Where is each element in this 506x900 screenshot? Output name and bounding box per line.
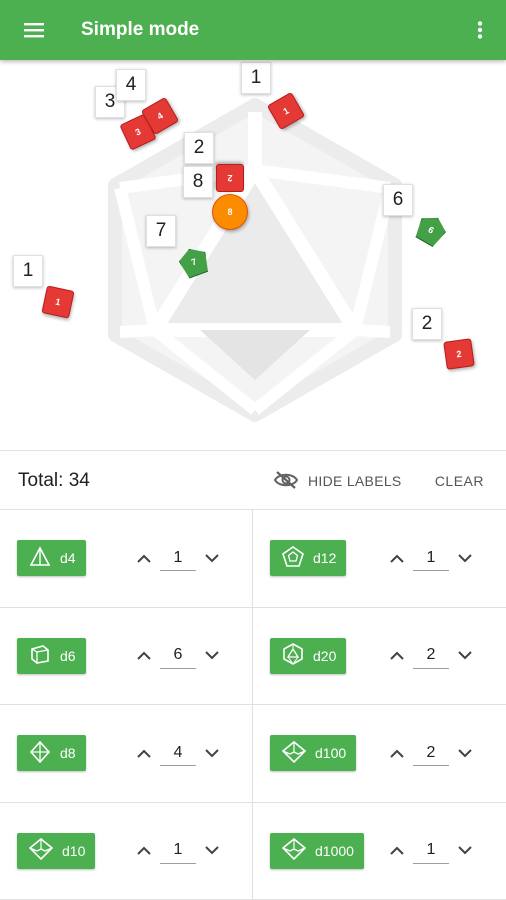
die-d6[interactable]: 2 [216,164,244,192]
die-name: d4 [60,550,76,566]
quantity-field[interactable] [160,837,196,864]
die-label: 8 [183,166,213,198]
dice-grid: d4 d12 d6 d20 [0,510,506,900]
die-d12[interactable]: 8 [212,194,248,230]
die-name: d100 [315,745,347,761]
roll-d20-button[interactable]: d20 [270,637,347,674]
die-label: 2 [184,132,214,164]
die-d6[interactable]: 1 [41,285,75,319]
hide-labels-label: HIDE LABELS [308,473,402,489]
dice-row-d4: d4 [0,510,253,608]
die-d6[interactable]: 2 [443,338,475,370]
dice-row-d12: d12 [253,510,506,608]
chevron-down-icon[interactable] [454,737,476,769]
dice-row-d10: d10 [0,802,253,900]
chevron-up-icon[interactable] [133,542,155,574]
quantity-field[interactable] [413,837,449,864]
chevron-down-icon[interactable] [201,542,223,574]
die-name: d12 [313,550,337,566]
d20-watermark-icon [108,98,402,422]
more-vert-icon[interactable] [468,14,492,46]
roll-d4-button[interactable]: d4 [17,540,86,576]
total-text: Total: 34 [18,470,90,491]
dice-tray[interactable]: 1 1 3 3 4 4 1 1 2 2 8 8 7 7 6 6 2 2 [0,60,506,450]
d20-icon [282,643,304,668]
die-name: d1000 [315,842,354,859]
die-label: 6 [383,184,413,216]
chevron-up-icon[interactable] [386,542,408,574]
die-name: d8 [60,745,76,761]
d4-icon [29,545,51,571]
die-label: 1 [241,62,271,94]
chevron-up-icon[interactable] [133,835,155,867]
quantity-stepper [133,737,223,769]
clear-button[interactable]: CLEAR [435,473,484,489]
chevron-down-icon[interactable] [454,542,476,574]
roll-d8-button[interactable]: d8 [17,735,86,771]
quantity-stepper [133,835,223,867]
roll-d100-button[interactable]: d100 [270,735,357,771]
chevron-up-icon[interactable] [133,737,155,769]
chevron-up-icon[interactable] [386,737,408,769]
chevron-down-icon[interactable] [454,640,476,672]
chevron-up-icon[interactable] [386,640,408,672]
chevron-down-icon[interactable] [201,640,223,672]
dice-row-d100: d100 [253,705,506,803]
die-name: d6 [60,647,76,664]
dice-row-d1000: d1000 [253,803,506,900]
quantity-stepper [133,542,223,574]
result-toolbar: Total: 34 HIDE LABELS CLEAR [0,450,506,510]
dice-row-d8: d8 [0,705,253,803]
quantity-field[interactable] [160,545,196,571]
d8-icon [29,740,51,766]
quantity-field[interactable] [160,740,196,766]
d100-icon [281,740,307,766]
dice-row-d20: d20 [253,608,506,705]
d1000-icon [281,837,307,863]
roll-d1000-button[interactable]: d1000 [270,832,364,869]
roll-d10-button[interactable]: d10 [17,832,96,869]
die-label: 7 [146,215,176,247]
d10-icon [28,837,54,863]
hide-labels-button[interactable]: HIDE LABELS [273,466,402,496]
die-label: 2 [412,308,442,340]
die-name: d10 [62,842,86,859]
die-label: 4 [116,69,146,101]
quantity-field[interactable] [413,740,449,766]
chevron-down-icon[interactable] [454,835,476,867]
quantity-stepper [386,835,476,867]
d12-icon [282,545,304,571]
d6-icon [29,643,51,668]
chevron-down-icon[interactable] [201,737,223,769]
menu-icon[interactable] [14,14,54,46]
quantity-field[interactable] [413,545,449,571]
chevron-up-icon[interactable] [133,640,155,672]
app-title: Simple mode [81,19,200,40]
quantity-stepper [386,542,476,574]
die-name: d20 [313,647,337,664]
quantity-stepper [386,737,476,769]
quantity-stepper [133,640,223,672]
roll-d6-button[interactable]: d6 [17,637,86,674]
quantity-stepper [386,640,476,672]
roll-d12-button[interactable]: d12 [270,540,347,576]
chevron-down-icon[interactable] [201,835,223,867]
quantity-field[interactable] [160,642,196,669]
dice-row-d6: d6 [0,607,253,705]
die-label: 1 [13,255,43,287]
app-bar: Simple mode [0,0,506,60]
visibility-off-icon [273,470,299,493]
quantity-field[interactable] [413,642,449,669]
chevron-up-icon[interactable] [386,835,408,867]
